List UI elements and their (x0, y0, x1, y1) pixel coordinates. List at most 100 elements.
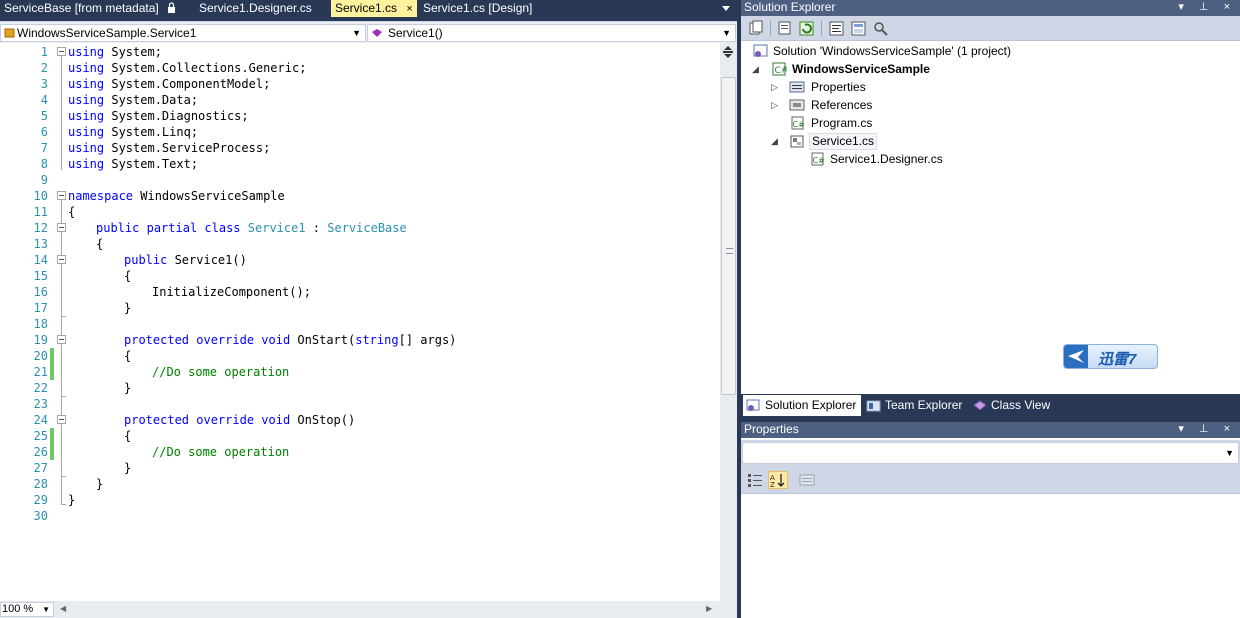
collapse-arrow-icon[interactable]: ◢ (771, 132, 781, 150)
tree-item-solution[interactable]: Solution 'WindowsServiceSample' (1 proje… (741, 42, 1041, 60)
tree-item-service1-cs[interactable]: ◢ Service1.cs (741, 132, 1041, 150)
code-line: protected override void OnStop() (124, 412, 355, 428)
tab-solution-explorer[interactable]: Solution Explorer (743, 395, 861, 416)
collapse-toggle[interactable] (57, 415, 66, 424)
class-diagram-icon[interactable] (872, 20, 890, 37)
panel-window-buttons[interactable]: ▾ ⊥ × (1178, 0, 1236, 15)
object-selector-dropdown[interactable]: ▼ (742, 442, 1239, 464)
tab-service1-cs[interactable]: Service1.cs × (331, 0, 417, 17)
property-pages-icon[interactable] (797, 471, 817, 489)
type-name: ServiceBase (327, 221, 407, 235)
close-icon[interactable]: × (406, 1, 412, 17)
change-marker (50, 364, 54, 380)
collapse-toggle[interactable] (57, 255, 66, 264)
tree-item-references[interactable]: ▷ References (741, 96, 1041, 114)
method-icon (372, 29, 382, 37)
code-line: } (124, 300, 131, 316)
member-dropdown[interactable]: Service1() ▼ (367, 24, 736, 42)
keyword: public (96, 221, 140, 235)
expand-arrow-icon[interactable]: ▷ (771, 96, 781, 114)
tab-label: Class View (991, 398, 1051, 412)
panel-window-buttons[interactable]: ▾ ⊥ × (1178, 422, 1236, 437)
tree-item-program-cs[interactable]: C# Program.cs (741, 114, 1041, 132)
scroll-right-icon[interactable]: ▶ (706, 604, 712, 613)
tree-item-project[interactable]: ◢ C# WindowsServiceSample (741, 60, 1041, 78)
keyword: class (204, 221, 241, 235)
tree-item-properties[interactable]: ▷ Properties (741, 78, 1041, 96)
tree-item-label: References (811, 98, 873, 112)
zoom-dropdown[interactable]: 100 % ▼ (0, 602, 54, 617)
line-number: 1 (40, 45, 48, 59)
code-text: System.ServiceProcess; (104, 141, 271, 155)
code-line: public partial class Service1 : ServiceB… (96, 220, 407, 236)
line-number: 17 (33, 301, 48, 315)
code-text: [] args) (398, 333, 457, 347)
tab-service1-cs-design[interactable]: Service1.cs [Design] (419, 0, 539, 17)
line-number: 28 (33, 477, 48, 491)
object-selector: ▼ (741, 440, 1240, 466)
type-dropdown[interactable]: WindowsServiceSample.Service1 ▼ (0, 24, 366, 42)
tab-label: Service1.Designer.cs (199, 1, 312, 15)
code-text: } (96, 477, 104, 491)
code-text: InitializeComponent(); (152, 285, 311, 299)
line-number: 24 (33, 413, 48, 427)
collapse-toggle[interactable] (57, 47, 66, 56)
chevron-down-icon[interactable] (721, 3, 731, 13)
categorized-icon[interactable] (745, 471, 765, 489)
view-code-icon[interactable] (828, 20, 846, 37)
tab-label: Solution Explorer (765, 398, 857, 412)
code-text: System.Text; (104, 157, 199, 171)
code-text: System; (104, 45, 162, 59)
code-line: public Service1() (124, 252, 247, 268)
expand-arrow-icon[interactable]: ▷ (771, 78, 781, 96)
refresh-icon[interactable] (798, 20, 816, 37)
code-text: System.ComponentModel; (104, 77, 271, 91)
tree-item-service1-designer-cs[interactable]: C# Service1.Designer.cs (741, 150, 1041, 168)
toolbar-separator (821, 21, 822, 36)
tab-servicebase-metadata[interactable]: ServiceBase [from metadata] (0, 0, 182, 17)
code-text: { (124, 429, 132, 443)
keyword: using (68, 157, 105, 171)
line-number: 21 (33, 365, 48, 379)
tree-item-label: WindowsServiceSample (792, 62, 930, 76)
code-line: namespace WindowsServiceSample (68, 188, 285, 204)
tab-service1-designer-cs[interactable]: Service1.Designer.cs (195, 0, 325, 17)
code-line: using System.Data; (68, 92, 198, 108)
collapse-toggle[interactable] (57, 223, 66, 232)
vertical-scrollbar[interactable] (720, 43, 737, 601)
properties-icon[interactable] (776, 20, 794, 37)
alphabetical-sort-button[interactable]: A Z (768, 471, 788, 489)
code-line: } (96, 476, 103, 492)
collapse-arrow-icon[interactable]: ◢ (752, 60, 762, 78)
line-number: 10 (33, 189, 48, 203)
split-handle-icon[interactable] (722, 45, 734, 59)
code-text: } (68, 493, 76, 507)
keyword: override (196, 413, 255, 427)
show-all-files-icon[interactable] (747, 20, 765, 37)
class-icon (4, 28, 15, 38)
code-text: : (305, 221, 328, 235)
keyword: using (68, 77, 105, 91)
outline-guide (61, 56, 62, 170)
type-dropdown-value: WindowsServiceSample.Service1 (17, 26, 197, 40)
collapse-toggle[interactable] (57, 335, 66, 344)
line-number: 5 (40, 109, 48, 123)
xunlei-floating-badge[interactable]: 迅雷7 (1063, 344, 1158, 369)
code-editor[interactable]: 1 2 3 4 5 6 7 8 9 10 11 12 13 14 15 16 1… (0, 43, 720, 601)
collapse-toggle[interactable] (57, 191, 66, 200)
scrollbar-thumb[interactable] (721, 77, 736, 395)
tab-team-explorer[interactable]: Team Explorer (863, 395, 967, 416)
code-line: using System; (68, 44, 162, 60)
type-name: Service1 (247, 221, 306, 235)
tab-class-view[interactable]: Class View (969, 395, 1059, 416)
code-text: OnStart( (290, 333, 356, 347)
chevron-down-icon: ▼ (1225, 448, 1234, 458)
sort-az-icon: A Z (770, 474, 785, 489)
zoom-value: 100 % (2, 603, 34, 615)
grip-icon (726, 248, 733, 254)
scroll-left-icon[interactable]: ◀ (60, 604, 66, 613)
line-number: 6 (40, 125, 48, 139)
view-designer-icon[interactable] (850, 20, 868, 37)
tree-item-label: Solution 'WindowsServiceSample' (1 proje… (773, 44, 1012, 58)
tab-label: Team Explorer (885, 398, 963, 412)
